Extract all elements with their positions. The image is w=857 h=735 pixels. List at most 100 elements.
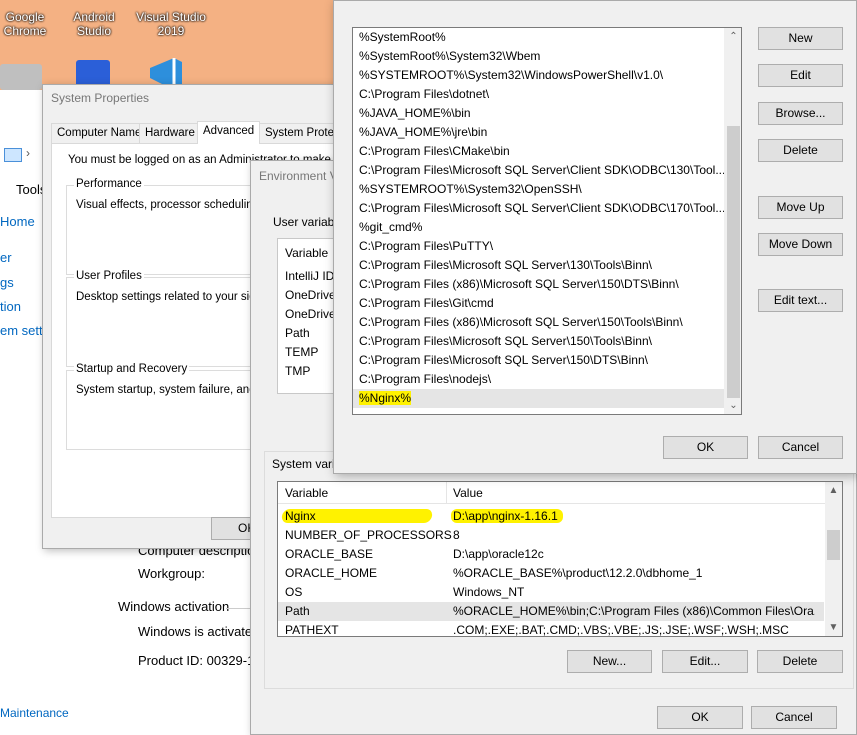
- path-entries-list[interactable]: %SystemRoot% %SystemRoot%\System32\Wbem %S…: [352, 27, 742, 415]
- edit-button[interactable]: Edit...: [662, 650, 748, 673]
- desktop-icon-label: 2019: [157, 24, 185, 38]
- variable-name: PATHEXT: [285, 623, 339, 637]
- nav-link[interactable]: em setti: [0, 323, 46, 338]
- delete-button[interactable]: Delete: [758, 139, 843, 162]
- table-row[interactable]: OS Windows_NT: [278, 583, 824, 602]
- variable-name: OneDrive: [285, 307, 336, 321]
- path-entry[interactable]: %JAVA_HOME%\jre\bin: [353, 123, 724, 142]
- tab-strip: Computer Name Hardware Advanced System P…: [51, 121, 349, 144]
- path-entry-text: C:\Program Files\Microsoft SQL Server\Cl…: [359, 201, 726, 215]
- cancel-button[interactable]: Cancel: [758, 436, 843, 459]
- edit-button[interactable]: Edit: [758, 64, 843, 87]
- group-label: Startup and Recovery: [74, 363, 190, 375]
- chevron-down-icon[interactable]: ⌄: [725, 397, 741, 414]
- tab-computer-name[interactable]: Computer Name: [51, 123, 148, 143]
- path-entry[interactable]: %SystemRoot%: [353, 28, 724, 47]
- scroll-up-icon[interactable]: ▲: [825, 482, 842, 499]
- variable-name: TMP: [285, 364, 311, 378]
- edit-text-button[interactable]: Edit text...: [758, 289, 843, 312]
- nav-item-home[interactable]: Home: [0, 214, 35, 229]
- path-entry[interactable]: C:\Program Files (x86)\Microsoft SQL Ser…: [353, 313, 724, 332]
- column-header-value[interactable]: Value: [453, 486, 483, 500]
- path-entry[interactable]: C:\Program Files (x86)\Microsoft SQL Ser…: [353, 275, 724, 294]
- scrollbar-thumb[interactable]: [827, 530, 840, 560]
- variable-name: OneDrive: [285, 288, 336, 302]
- move-up-button[interactable]: Move Up: [758, 196, 843, 219]
- path-entry-text: C:\Program Files (x86)\Microsoft SQL Ser…: [359, 315, 683, 329]
- scroll-down-icon[interactable]: ▼: [825, 619, 842, 636]
- path-entry-text: %SystemRoot%\System32\Wbem: [359, 49, 541, 63]
- column-header-variable[interactable]: Variable: [285, 246, 328, 260]
- variable-name: IntelliJ ID: [285, 269, 335, 283]
- table-row-selected[interactable]: Path %ORACLE_HOME%\bin;C:\Program Files …: [278, 602, 824, 621]
- path-entry-text: C:\Program Files\CMake\bin: [359, 144, 510, 158]
- path-entry[interactable]: %JAVA_HOME%\bin: [353, 104, 724, 123]
- variable-value: Windows_NT: [453, 585, 525, 599]
- tab-advanced[interactable]: Advanced: [197, 121, 261, 144]
- desktop-icon-chrome[interactable]: Google Chrome: [0, 10, 50, 38]
- activation-status: Windows is activated: [138, 624, 260, 639]
- path-entry-text: %SYSTEMROOT%\System32\OpenSSH\: [359, 182, 582, 196]
- variable-name: Path: [285, 326, 310, 340]
- nav-link[interactable]: er: [0, 250, 12, 265]
- path-entry[interactable]: C:\Program Files\Microsoft SQL Server\13…: [353, 256, 724, 275]
- path-entry[interactable]: C:\Program Files\CMake\bin: [353, 142, 724, 161]
- vertical-scrollbar[interactable]: ▲ ▼: [825, 482, 842, 636]
- table-row[interactable]: PATHEXT .COM;.EXE;.BAT;.CMD;.VBS;.VBE;.J…: [278, 621, 824, 637]
- desktop-icon-label: Studio: [76, 24, 112, 38]
- new-button[interactable]: New...: [567, 650, 652, 673]
- window-title: Environment V: [259, 169, 338, 183]
- table-row[interactable]: ORACLE_HOME %ORACLE_BASE%\product\12.2.0…: [278, 564, 824, 583]
- path-entry[interactable]: %SystemRoot%\System32\Wbem: [353, 47, 724, 66]
- nav-link[interactable]: gs: [0, 275, 14, 290]
- path-entry[interactable]: %SYSTEMROOT%\System32\OpenSSH\: [353, 180, 724, 199]
- vertical-scrollbar[interactable]: ⌃ ⌄: [724, 28, 741, 414]
- path-entry[interactable]: C:\Program Files\Microsoft SQL Server\15…: [353, 351, 724, 370]
- printer-icon[interactable]: [0, 64, 42, 90]
- move-down-button[interactable]: Move Down: [758, 233, 843, 256]
- path-entry-selected[interactable]: %Nginx%: [353, 389, 724, 408]
- path-entry[interactable]: C:\Program Files\Microsoft SQL Server\15…: [353, 332, 724, 351]
- path-entry-text: %JAVA_HOME%\bin: [359, 106, 471, 120]
- desktop-icon-android-studio[interactable]: Android Studio: [66, 10, 122, 38]
- path-entry-text: C:\Program Files\PuTTY\: [359, 239, 494, 253]
- table-row[interactable]: NUMBER_OF_PROCESSORS 8: [278, 526, 824, 545]
- path-entry[interactable]: C:\Program Files\Microsoft SQL Server\Cl…: [353, 161, 725, 180]
- path-entry[interactable]: %SYSTEMROOT%\System32\WindowsPowerShell\…: [353, 66, 724, 85]
- chevron-up-icon[interactable]: ⌃: [725, 28, 741, 45]
- table-row[interactable]: ORACLE_BASE D:\app\oracle12c: [278, 545, 824, 564]
- path-entry[interactable]: C:\Program Files\Microsoft SQL Server\Cl…: [353, 199, 726, 218]
- path-entry[interactable]: C:\Program Files\PuTTY\: [353, 237, 724, 256]
- group-description: Desktop settings related to your sign-in: [76, 291, 275, 303]
- nav-link[interactable]: tion: [0, 299, 21, 314]
- desktop-icon-label: Chrome: [3, 24, 47, 38]
- path-entry-text: %JAVA_HOME%\jre\bin: [359, 125, 488, 139]
- variable-name: OS: [285, 585, 303, 599]
- column-header-variable[interactable]: Variable: [285, 486, 328, 500]
- browse-button[interactable]: Browse...: [758, 102, 843, 125]
- ok-button[interactable]: OK: [663, 436, 748, 459]
- path-entry[interactable]: C:\Program Files\Git\cmd: [353, 294, 724, 313]
- cancel-button[interactable]: Cancel: [751, 706, 837, 729]
- variable-name: TEMP: [285, 345, 319, 359]
- path-entry-text: %SYSTEMROOT%\System32\WindowsPowerShell\…: [359, 68, 664, 82]
- path-entry[interactable]: %git_cmd%: [353, 218, 724, 237]
- system-variables-list[interactable]: Variable Value Nginx D:\app\nginx-1.16.1…: [277, 481, 843, 637]
- variable-value: %ORACLE_BASE%\product\12.2.0\dbhome_1: [453, 566, 703, 580]
- maintenance-link[interactable]: Maintenance: [0, 706, 69, 720]
- tab-hardware[interactable]: Hardware: [139, 123, 201, 143]
- variable-name: Path: [285, 604, 310, 618]
- new-button[interactable]: New: [758, 27, 843, 50]
- path-entry[interactable]: C:\Program Files\dotnet\: [353, 85, 724, 104]
- delete-button[interactable]: Delete: [757, 650, 843, 673]
- group-label: Performance: [74, 178, 144, 190]
- path-entry[interactable]: C:\Program Files\nodejs\: [353, 370, 724, 389]
- table-row[interactable]: Nginx D:\app\nginx-1.16.1: [278, 507, 824, 526]
- path-entry-text: C:\Program Files\Microsoft SQL Server\15…: [359, 334, 652, 348]
- window-title: System Properties: [51, 91, 150, 105]
- scrollbar-thumb[interactable]: [727, 126, 740, 398]
- desktop-icon-visual-studio[interactable]: Visual Studio 2019: [132, 10, 210, 38]
- ok-button[interactable]: OK: [657, 706, 743, 729]
- variable-name: ORACLE_HOME: [285, 566, 378, 580]
- path-entry-text: C:\Program Files\dotnet\: [359, 87, 490, 101]
